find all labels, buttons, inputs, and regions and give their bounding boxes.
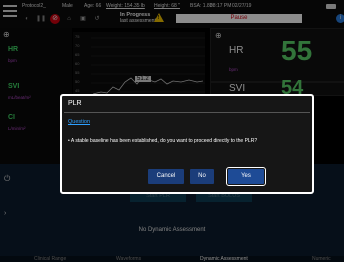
yes-button[interactable]: Yes: [226, 167, 266, 186]
plr-dialog: PLR Question • A stable baseline has bee…: [60, 94, 314, 194]
cancel-button[interactable]: Cancel: [148, 169, 184, 184]
dialog-section-link[interactable]: Question: [68, 119, 90, 125]
dialog-message: • A stable baseline has been established…: [68, 138, 258, 144]
dialog-message-text: A stable baseline has been established, …: [70, 138, 258, 144]
no-button[interactable]: No: [190, 169, 214, 184]
dialog-title: PLR: [68, 100, 82, 107]
dialog-divider: [64, 112, 310, 113]
